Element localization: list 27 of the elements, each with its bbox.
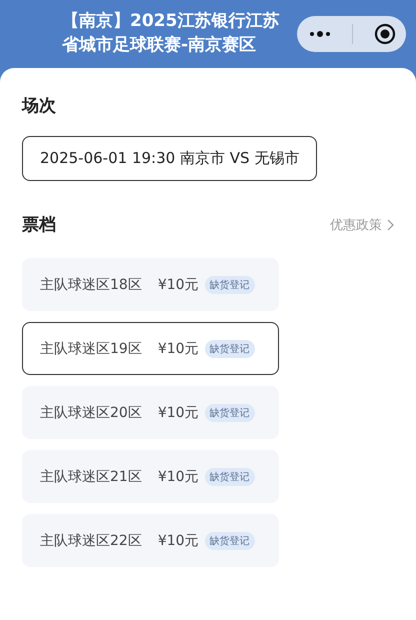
tier-price: ¥10元	[158, 340, 199, 358]
out-of-stock-badge: 缺货登记	[204, 404, 255, 422]
section-heading: 票档	[22, 214, 56, 237]
tier-name: 主队球迷区18区	[40, 276, 142, 294]
tier-price: ¥10元	[158, 532, 199, 550]
tier-name: 主队球迷区20区	[40, 404, 142, 422]
ticket-tier-option[interactable]: 主队球迷区20区 ¥10元 缺货登记	[22, 386, 279, 439]
out-of-stock-badge: 缺货登记	[204, 340, 255, 358]
page-title: 【南京】2025江苏银行江苏省城市足球联赛-南京赛区	[62, 10, 280, 57]
out-of-stock-badge: 缺货登记	[204, 276, 255, 294]
section-heading: 场次	[22, 95, 56, 118]
ticket-tier-option[interactable]: 主队球迷区21区 ¥10元 缺货登记	[22, 450, 279, 503]
out-of-stock-badge: 缺货登记	[204, 468, 255, 486]
tier-price: ¥10元	[158, 468, 199, 486]
tier-name: 主队球迷区22区	[40, 532, 142, 550]
out-of-stock-badge: 缺货登记	[204, 532, 255, 550]
tier-price: ¥10元	[158, 276, 199, 294]
ticket-tier-option[interactable]: 主队球迷区18区 ¥10元 缺货登记	[22, 258, 279, 311]
close-icon[interactable]	[374, 23, 396, 45]
ticket-tier-option[interactable]: 主队球迷区19区 ¥10元 缺货登记	[22, 322, 279, 375]
tier-price: ¥10元	[158, 404, 199, 422]
chevron-icon	[387, 219, 394, 231]
more-icon[interactable]	[308, 30, 332, 38]
ticket-tier-option[interactable]: 主队球迷区22区 ¥10元 缺货登记	[22, 514, 279, 567]
tier-name: 主队球迷区19区	[40, 340, 142, 358]
session-option[interactable]: 2025-06-01 19:30 南京市 VS 无锡市	[22, 136, 318, 181]
tier-name: 主队球迷区21区	[40, 468, 142, 486]
